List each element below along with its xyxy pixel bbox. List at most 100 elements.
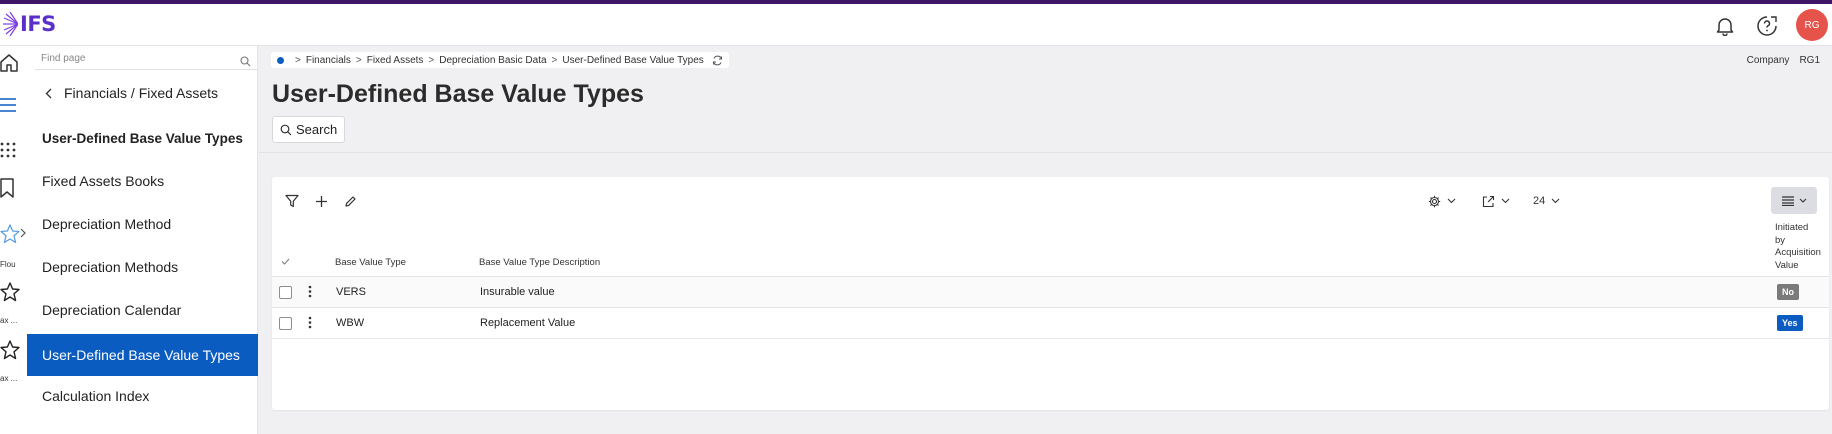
cell-description[interactable]: Replacement Value [480, 317, 575, 329]
column-header-base-value-type-description[interactable]: Base Value Type Description [479, 257, 600, 268]
breadcrumb-current: User-Defined Base Value Types [562, 54, 704, 66]
navigator-back-button[interactable]: Financials / Fixed Assets [27, 81, 258, 105]
refresh-icon[interactable] [712, 55, 723, 66]
chevron-down-icon [1447, 198, 1456, 204]
nav-item-depreciation-method[interactable]: Depreciation Method [27, 206, 258, 242]
company-value: RG1 [1799, 55, 1820, 66]
ifs-logo[interactable]: IFS [2, 12, 56, 36]
page-size-value: 24 [1533, 195, 1546, 207]
breadcrumb-financials[interactable]: Financials [306, 55, 351, 66]
cell-base-value-type[interactable]: WBW [336, 317, 364, 329]
settings-menu-button[interactable] [1428, 191, 1456, 211]
chevron-down-icon [1799, 198, 1806, 203]
column-header-initiated-by-acquisition-value[interactable]: Initiated by Acquisition Value [1775, 222, 1821, 272]
ifs-logo-icon [3, 12, 18, 36]
filter-button[interactable] [282, 191, 302, 211]
find-page-search [35, 50, 257, 70]
breadcrumb-home-dot[interactable] [277, 56, 284, 64]
breadcrumb-separator-icon: > [295, 54, 301, 66]
bookmark-icon [0, 178, 14, 198]
nav-item-user-defined-base-value-types[interactable]: User-Defined Base Value Types [27, 334, 258, 376]
column-header-line: Initiated [1775, 222, 1809, 233]
search-button-label: Search [296, 122, 338, 137]
column-header-line: by [1775, 234, 1786, 246]
nav-item-depreciation-methods[interactable]: Depreciation Methods [27, 249, 258, 285]
divider [259, 152, 1832, 153]
app-header: IFS RG [0, 4, 1832, 46]
column-header-line: Value [1775, 259, 1799, 271]
star-icon [0, 224, 20, 244]
breadcrumb: > Financials > Fixed Assets > Depreciati… [271, 52, 729, 68]
search-icon[interactable] [240, 54, 251, 72]
home-icon [0, 54, 18, 72]
search-icon [280, 124, 292, 135]
star-icon [0, 282, 20, 302]
status-badge: Yes [1777, 315, 1803, 331]
rail-favorite-3[interactable] [0, 340, 27, 360]
rail-apps[interactable] [0, 142, 27, 158]
breadcrumb-fixed-assets[interactable]: Fixed Assets [367, 55, 424, 66]
notifications-button[interactable] [1713, 14, 1737, 38]
navigation-rail: Flou ax ... ax ... [0, 46, 27, 434]
company-context[interactable]: Company RG1 [1747, 55, 1820, 66]
table-row[interactable]: WBW Replacement Value Yes [272, 307, 1829, 339]
chevron-down-icon [1501, 198, 1510, 204]
help-icon [1757, 16, 1777, 36]
table-row[interactable]: VERS Insurable value No [272, 276, 1829, 307]
export-icon [1482, 195, 1495, 207]
chevron-down-icon [1551, 198, 1560, 204]
plus-icon [315, 195, 327, 207]
column-header-base-value-type[interactable]: Base Value Type [335, 257, 406, 268]
main-content: > Financials > Fixed Assets > Depreciati… [259, 46, 1832, 434]
breadcrumb-separator-icon: > [428, 54, 435, 66]
help-button[interactable] [1755, 14, 1779, 38]
pencil-icon [344, 195, 356, 207]
navigator-panel: Financials / Fixed Assets User-Defined B… [27, 46, 258, 434]
page-size-select[interactable]: 24 [1533, 191, 1560, 211]
find-page-input[interactable] [41, 53, 221, 64]
apps-grid-icon [0, 142, 16, 158]
status-badge: No [1777, 284, 1799, 300]
view-mode-button[interactable] [1771, 187, 1817, 214]
user-avatar[interactable]: RG [1796, 9, 1828, 41]
rail-favorite-2[interactable] [0, 282, 27, 302]
page-title: User-Defined Base Value Types [272, 80, 644, 108]
breadcrumb-separator-icon: > [355, 54, 362, 66]
nav-item-fixed-assets-books[interactable]: Fixed Assets Books [27, 163, 258, 199]
rail-favorite-2-label: ax ... [0, 316, 18, 325]
chevron-right-icon [20, 228, 26, 238]
chevron-left-icon [45, 88, 52, 98]
rail-favorite-1[interactable] [0, 224, 27, 244]
rail-favorite-1-label: Flou [0, 260, 16, 269]
row-checkbox[interactable] [279, 317, 292, 330]
rail-home[interactable] [0, 54, 27, 72]
company-label: Company [1746, 55, 1790, 66]
menu-icon [0, 98, 16, 112]
star-icon [0, 340, 20, 360]
rail-bookmarks[interactable] [0, 178, 27, 198]
search-button[interactable]: Search [272, 116, 346, 143]
cell-description[interactable]: Insurable value [480, 286, 555, 298]
logo-text: IFS [20, 12, 56, 36]
export-menu-button[interactable] [1482, 191, 1510, 211]
row-menu-icon[interactable] [308, 285, 312, 298]
select-all-check-icon[interactable] [281, 258, 290, 265]
nav-item-calculation-index[interactable]: Calculation Index [27, 378, 258, 414]
row-checkbox[interactable] [279, 286, 292, 299]
rail-menu[interactable] [0, 98, 27, 112]
edit-button[interactable] [340, 191, 360, 211]
column-header-line: Acquisition [1775, 247, 1821, 258]
add-button[interactable] [311, 191, 331, 211]
row-menu-icon[interactable] [308, 316, 312, 329]
breadcrumb-separator-icon: > [551, 54, 558, 66]
nav-item-depreciation-calendar[interactable]: Depreciation Calendar [27, 292, 258, 328]
list-card: 24 Base Value Type Base Value Type Descr… [272, 177, 1829, 410]
cell-base-value-type[interactable]: VERS [336, 286, 366, 298]
navigator-current-title: User-Defined Base Value Types [42, 130, 243, 146]
filter-icon [285, 194, 299, 208]
navigator-back-label: Financials / Fixed Assets [64, 85, 219, 101]
gear-icon [1428, 195, 1441, 207]
rail-favorite-3-label: ax ... [0, 374, 18, 383]
list-view-icon [1781, 195, 1794, 206]
breadcrumb-depreciation-basic-data[interactable]: Depreciation Basic Data [439, 55, 546, 66]
